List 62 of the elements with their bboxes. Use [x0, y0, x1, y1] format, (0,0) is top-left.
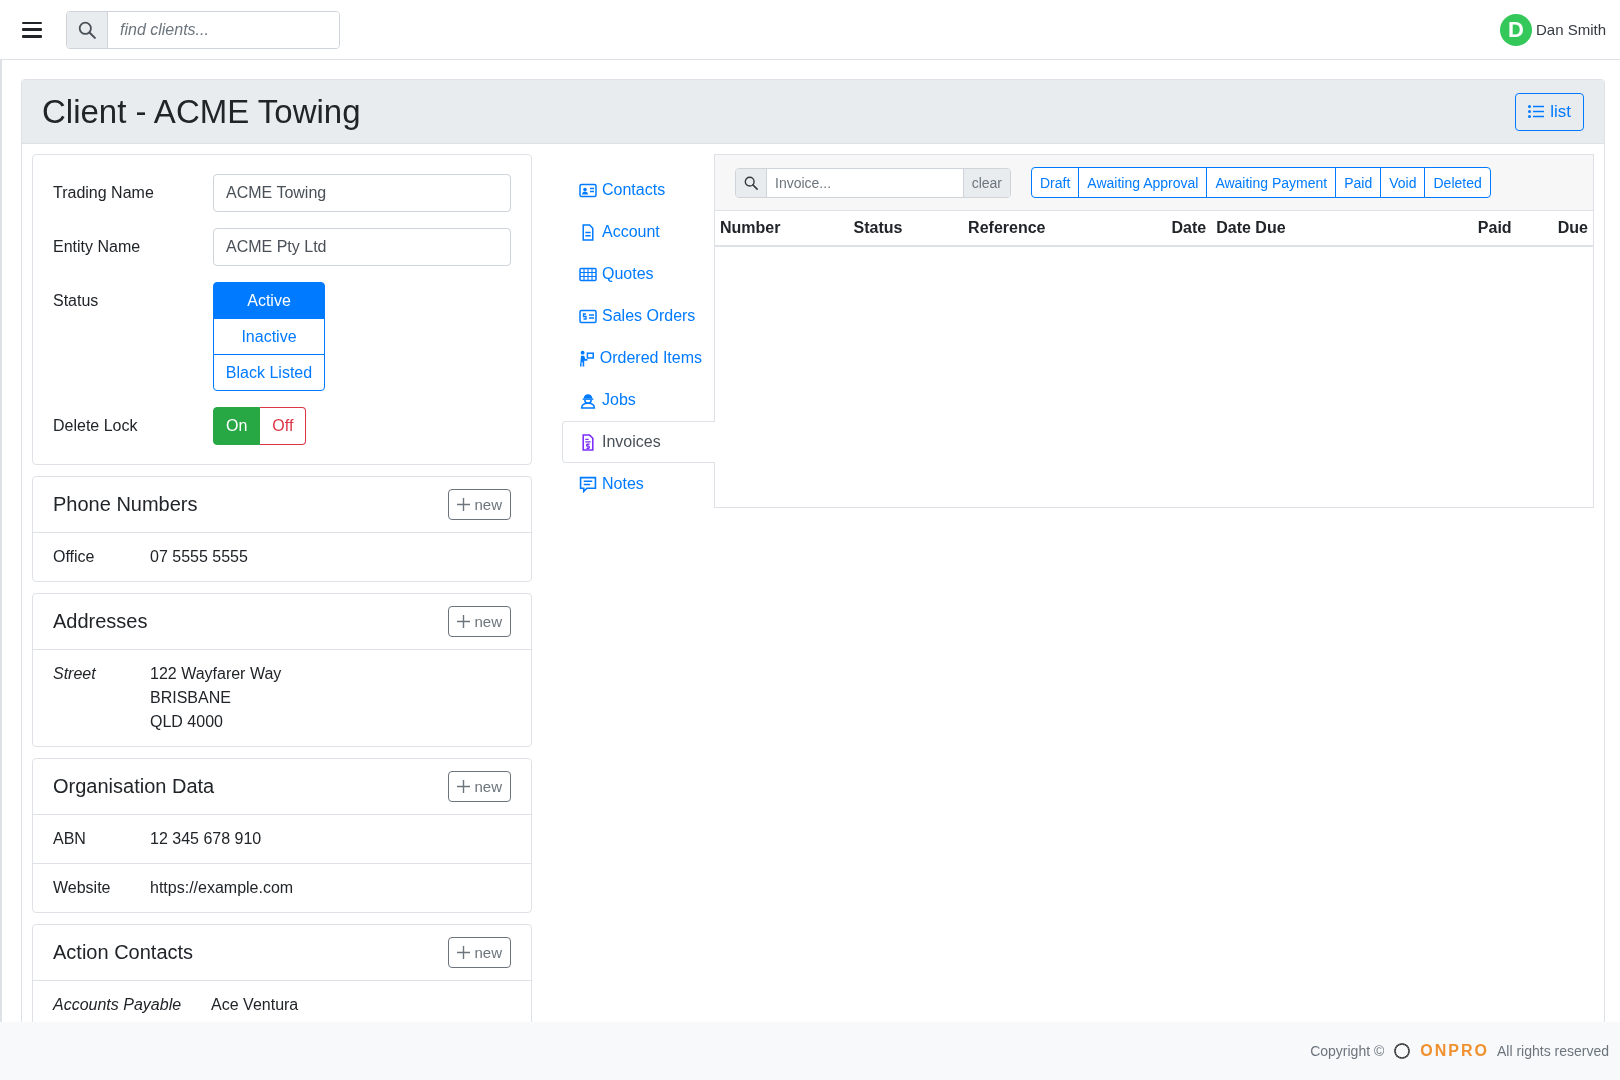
column-header[interactable]: Status [848, 211, 964, 246]
row-label: Website [53, 878, 112, 898]
field-label: Status [53, 291, 100, 311]
user-avatar[interactable]: D [1499, 13, 1532, 46]
field-label: Delete Lock [53, 416, 139, 436]
column-header[interactable]: Paid [1363, 211, 1517, 246]
nav-tab[interactable]: Invoices [562, 421, 715, 463]
nav-tab[interactable]: Ordered Items [562, 337, 714, 379]
column-header[interactable]: Reference [963, 211, 1135, 246]
row-value: 122 Wayfarer Way [150, 664, 282, 684]
nav-tab[interactable]: Sales Orders [562, 295, 714, 337]
field-label: Trading Name [53, 183, 155, 203]
section-title: Action Contacts [53, 941, 194, 964]
section-title: Addresses [53, 610, 148, 633]
nav-tab[interactable]: Contacts [562, 169, 714, 211]
search-field[interactable]: find clients... [66, 10, 340, 49]
section-title: Phone Numbers [53, 493, 198, 516]
new-button[interactable]: new [448, 937, 511, 968]
column-header[interactable]: Number [715, 211, 849, 246]
row-value: 07 5555 5555 [150, 547, 248, 567]
new-button[interactable]: new [448, 606, 511, 637]
status-option[interactable]: Inactive [213, 318, 325, 355]
row-label: Office [53, 547, 96, 567]
field-label: Entity Name [53, 237, 142, 257]
filter-button[interactable]: Awaiting Approval [1078, 167, 1208, 198]
clear-button[interactable]: clear [962, 168, 1010, 197]
column-header[interactable]: Date [1134, 211, 1212, 246]
toggle-option[interactable]: Off [260, 407, 307, 445]
text-field[interactable]: ACME Towing [213, 174, 511, 212]
nav-tab[interactable]: Jobs [562, 379, 714, 421]
new-button[interactable]: new [448, 489, 511, 520]
filter-button[interactable]: Deleted [1424, 167, 1491, 198]
row-value: BRISBANE [150, 688, 232, 708]
filter-button[interactable]: Void [1380, 167, 1426, 198]
row-label: Street [53, 664, 97, 684]
row-value: Ace Ventura [211, 995, 299, 1015]
section-title: Organisation Data [53, 775, 215, 798]
filter-button[interactable]: Paid [1335, 167, 1382, 198]
status-option[interactable]: Active [213, 282, 325, 319]
row-value: 12 345 678 910 [150, 829, 262, 849]
rights-text: All rights reserved [1496, 1043, 1609, 1059]
column-header[interactable]: Date Due [1211, 211, 1364, 246]
nav-tab[interactable]: Quotes [562, 253, 714, 295]
page-title: Client - ACME Towing [42, 92, 361, 131]
row-value: https://example.com [150, 878, 294, 898]
filter-button[interactable]: Draft [1031, 167, 1080, 198]
brand-logo: ONPRO [1420, 1042, 1489, 1060]
nav-tab[interactable]: Notes [562, 463, 714, 505]
row-label: ABN [53, 829, 87, 849]
row-value: QLD 4000 [150, 712, 224, 732]
row-label: Accounts Payable [53, 995, 183, 1015]
filter-button[interactable]: Awaiting Payment [1206, 167, 1337, 198]
column-header[interactable]: Due [1516, 211, 1593, 246]
text-field[interactable]: ACME Pty Ltd [213, 228, 511, 266]
copyright-text: Copyright © [1310, 1043, 1385, 1059]
list-button[interactable]: list [1515, 92, 1584, 131]
status-option[interactable]: Black Listed [213, 354, 325, 391]
toggle-option[interactable]: On [213, 407, 261, 445]
new-button[interactable]: new [448, 771, 511, 802]
invoice-search-field[interactable]: Invoice... clear [735, 167, 1011, 198]
user-name[interactable]: Dan Smith [1535, 21, 1606, 38]
nav-tab[interactable]: Account [562, 211, 714, 253]
